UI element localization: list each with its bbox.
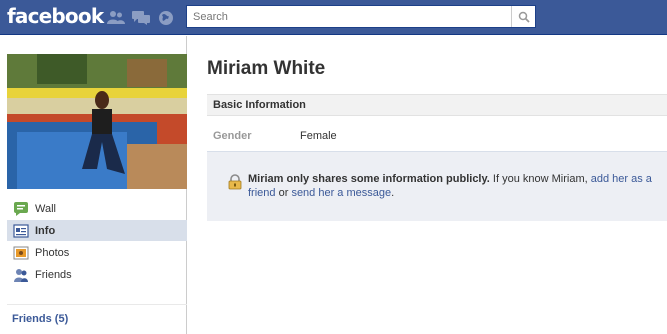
nav-item-friends[interactable]: Friends xyxy=(7,264,187,285)
search-box xyxy=(186,5,536,28)
notifications-icon[interactable] xyxy=(156,9,176,26)
nav-label: Photos xyxy=(35,246,70,259)
nav-item-wall[interactable]: Wall xyxy=(7,198,187,219)
nav-item-info[interactable]: Info xyxy=(7,220,187,241)
messages-icon[interactable] xyxy=(131,9,151,26)
search-button[interactable] xyxy=(511,6,535,27)
notice-text-3: . xyxy=(391,187,395,199)
nav-label: Wall xyxy=(35,202,56,215)
wall-icon xyxy=(13,201,29,217)
notice-text-2: or xyxy=(275,187,292,199)
jewel-icons xyxy=(106,9,176,26)
top-bar: facebook xyxy=(0,0,667,35)
notice-bold: Miriam only shares some information publ… xyxy=(248,173,490,185)
info-icon xyxy=(13,223,29,239)
info-label: Gender xyxy=(213,130,252,142)
nav-label: Info xyxy=(35,224,56,237)
profile-picture[interactable] xyxy=(7,54,187,189)
left-column: Wall Info Photos Friends Friends (5) xyxy=(0,36,187,334)
info-row-gender: Gender Female xyxy=(207,130,667,146)
info-value: Female xyxy=(300,130,337,142)
privacy-notice: Miriam only shares some information publ… xyxy=(207,151,667,221)
friends-icon xyxy=(13,267,29,283)
nav-label: Friends xyxy=(35,268,72,281)
friend-requests-icon[interactable] xyxy=(106,9,126,26)
notice-text: Miriam only shares some information publ… xyxy=(248,172,658,200)
search-icon xyxy=(518,11,530,23)
lock-icon xyxy=(227,174,243,190)
search-input[interactable] xyxy=(187,6,512,27)
friends-count-link[interactable]: Friends (5) xyxy=(12,313,68,325)
divider xyxy=(7,304,187,305)
profile-name: Miriam White xyxy=(207,58,326,79)
nav-item-photos[interactable]: Photos xyxy=(7,242,187,263)
notice-text-1: If you know Miriam, xyxy=(489,173,591,185)
profile-nav: Wall Info Photos Friends xyxy=(7,198,187,286)
section-heading: Basic Information xyxy=(207,94,667,116)
photos-icon xyxy=(13,245,29,261)
send-message-link[interactable]: send her a message xyxy=(291,187,391,199)
facebook-logo[interactable]: facebook xyxy=(7,4,104,28)
